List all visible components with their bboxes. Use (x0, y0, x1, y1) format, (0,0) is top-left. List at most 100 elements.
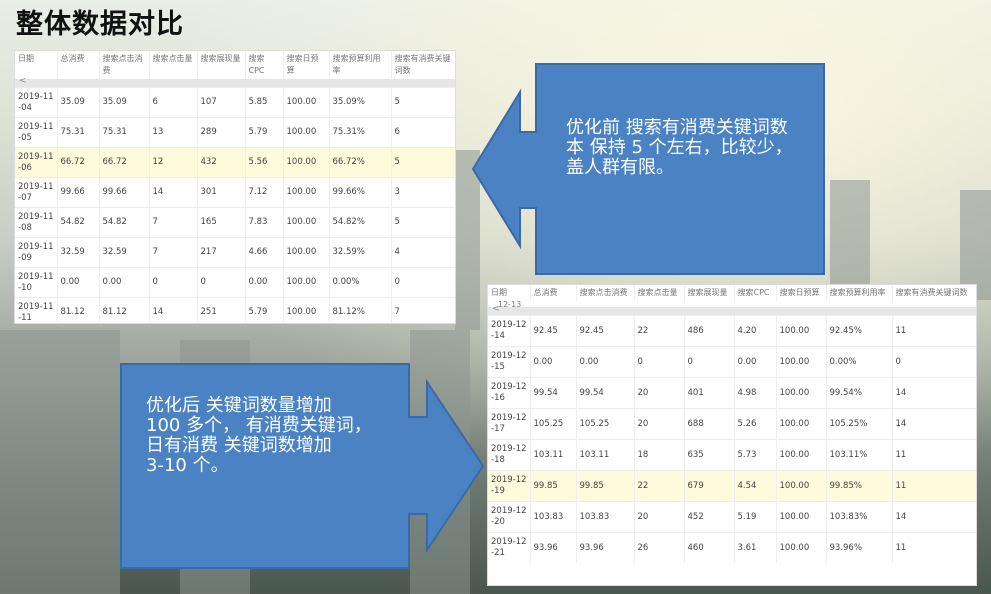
col-header[interactable]: 搜索有消费关键词数 (391, 51, 455, 79)
table-cell: 0 (149, 267, 198, 298)
table-cell: 103.83% (826, 501, 893, 533)
date-cell: 2019-12-20 (488, 501, 531, 533)
table-cell: 100.00 (776, 439, 827, 471)
table-cell: 251 (197, 297, 246, 323)
table-cell: 5.73 (734, 439, 777, 471)
table-cell: 20 (634, 377, 685, 409)
table-cell: 93.96 (530, 532, 577, 563)
col-header[interactable]: 搜索展现量 (197, 51, 246, 79)
table-cell: 99.66 (57, 177, 100, 208)
table-cell: 289 (197, 117, 246, 148)
col-header[interactable]: 搜索CPC (245, 51, 284, 79)
date-cell: 2019-12-19 (488, 470, 531, 502)
table-cell: 105.25 (530, 408, 577, 440)
horizontal-scrollbar[interactable]: < (15, 76, 455, 87)
col-header[interactable]: 日期 (15, 51, 58, 79)
table-cell: 26 (634, 532, 685, 563)
table-cell: 0 (634, 346, 685, 378)
table-cell: 100.00 (776, 315, 827, 347)
horizontal-scrollbar[interactable]: < (488, 304, 976, 315)
scroll-left-icon[interactable]: < (19, 76, 27, 86)
table-cell: 0 (197, 267, 246, 298)
col-header[interactable]: 搜索日预算 (283, 51, 330, 79)
table-cell: 0.00 (57, 267, 100, 298)
table-cell: 100.00 (283, 117, 330, 148)
scroll-left-icon[interactable]: < (492, 304, 500, 314)
col-header[interactable]: 搜索CPC (734, 285, 777, 301)
table-cell: 100.00 (283, 297, 330, 323)
table-cell: 75.31 (99, 117, 150, 148)
date-cell: 2019-12-17 (488, 408, 531, 440)
table-cell: 7 (149, 237, 198, 268)
table-cell: 66.72 (99, 147, 150, 178)
table-cell: 0 (391, 267, 455, 298)
date-cell: 2019-11-04 (15, 87, 58, 118)
col-header[interactable]: 搜索预算利用率 (329, 51, 392, 79)
table-cell: 54.82 (99, 207, 150, 238)
col-header[interactable]: 总消费 (530, 285, 577, 301)
table-cell: 35.09 (99, 87, 150, 118)
table-cell: 4.66 (245, 237, 284, 268)
table-cell: 81.12 (99, 297, 150, 323)
col-header[interactable]: 搜索点击量 (634, 285, 685, 301)
table-cell: 32.59 (99, 237, 150, 268)
table-cell: 6 (391, 117, 455, 148)
table-cell: 54.82% (329, 207, 392, 238)
table-cell: 93.96 (576, 532, 635, 563)
table-cell: 100.00 (776, 408, 827, 440)
callout-after-text: 优化后 关键词数量增加 100 多个， 有消费关键词， 日有消费 关键词数增加 … (146, 396, 372, 476)
col-header[interactable]: 搜索展现量 (684, 285, 735, 301)
table-cell: 99.66 (99, 177, 150, 208)
date-cell: 2019-11-11 (15, 297, 58, 323)
table-cell: 100.00 (283, 207, 330, 238)
table-cell: 14 (892, 501, 976, 533)
col-header[interactable]: 总消费 (57, 51, 100, 79)
col-header[interactable]: 搜索点击消费 (576, 285, 635, 301)
skyline-building (0, 330, 120, 594)
col-header[interactable]: 搜索预算利用率 (826, 285, 893, 301)
table-cell: 32.59 (57, 237, 100, 268)
table-cell: 100.00 (283, 237, 330, 268)
table-cell: 11 (892, 439, 976, 471)
table-cell: 0.00 (576, 346, 635, 378)
table-row: 2019-11-05 75.31 75.31 13 289 5.79 100.00 75.31… (15, 117, 455, 148)
table-cell: 13 (149, 117, 198, 148)
date-cell: 2019-11-10 (15, 267, 58, 298)
table-cell: 20 (634, 501, 685, 533)
table-cell: 3.61 (734, 532, 777, 563)
table-cell: 11 (892, 315, 976, 347)
table-cell: 7 (391, 297, 455, 323)
table-cell: 5.56 (245, 147, 284, 178)
table-cell: 217 (197, 237, 246, 268)
col-header[interactable]: 搜索日预算 (776, 285, 827, 301)
date-cell: 2019-11-06 (15, 147, 58, 178)
col-header[interactable]: 搜索点击量 (149, 51, 198, 79)
table-cell: 99.54 (576, 377, 635, 409)
table-row: 2019-11-08 54.82 54.82 7 165 7.83 100.00 54.82%… (15, 207, 455, 238)
table-cell: 105.25% (826, 408, 893, 440)
table-cell: 4.20 (734, 315, 777, 347)
col-header[interactable]: 搜索点击消费 (99, 51, 150, 79)
table-row: 2019-11-04 35.09 35.09 6 107 5.85 100.00 35.09%… (15, 87, 455, 118)
date-cell: 2019-12-18 (488, 439, 531, 471)
table-cell: 165 (197, 207, 246, 238)
col-header[interactable]: 搜索有消费关键词数 (892, 285, 976, 301)
table-cell: 460 (684, 532, 735, 563)
skyline-building (830, 180, 870, 300)
table-cell: 0.00 (245, 267, 284, 298)
date-cell: 2019-11-08 (15, 207, 58, 238)
table-header-row: 日期 总消费 搜索点击消费 搜索点击量 搜索展现量 搜索CPC 搜索日预算 搜索… (488, 285, 976, 301)
callout-before-text: 优化前 搜索有消费关键词数 本 保持 5 个左右，比较少， 盖人群有限。 (566, 118, 793, 178)
before-data-table: 日期 总消费 搜索点击消费 搜索点击量 搜索展现量 搜索CPC 搜索日预算 搜索… (14, 50, 456, 324)
table-row: 2019-12-20 103.83 103.83 20 452 5.19 100.00 103… (488, 501, 976, 533)
table-cell: 6 (149, 87, 198, 118)
table-cell: 35.09 (57, 87, 100, 118)
table-cell: 103.83 (530, 501, 577, 533)
table-cell: 401 (684, 377, 735, 409)
table-cell: 5.19 (734, 501, 777, 533)
table-cell: 22 (634, 315, 685, 347)
table-cell: 99.85% (826, 470, 893, 502)
table-cell: 103.83 (576, 501, 635, 533)
col-header[interactable]: 日期 (488, 285, 531, 301)
table-cell: 635 (684, 439, 735, 471)
